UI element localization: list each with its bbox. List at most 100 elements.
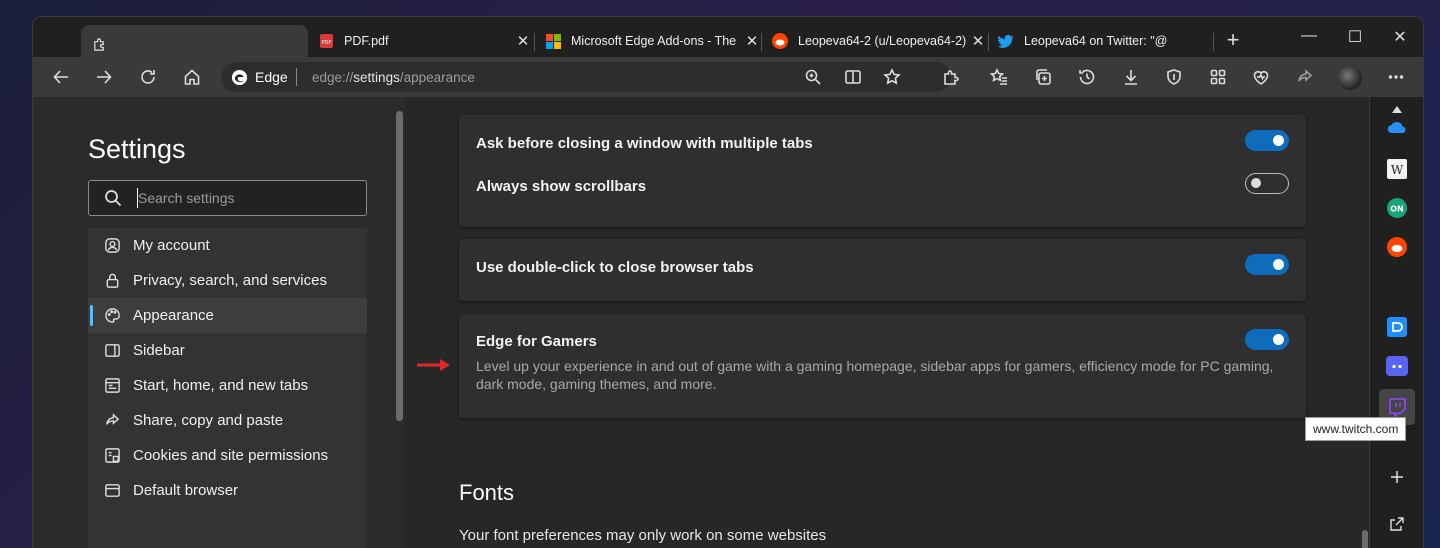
red-arrow-icon: [417, 359, 450, 371]
home-tabs-icon: [103, 377, 121, 395]
new-tab-button[interactable]: +: [1221, 29, 1245, 53]
puzzle-icon: [944, 70, 959, 85]
nav-item-start-home[interactable]: Start, home, and new tabs: [88, 368, 367, 403]
discord-icon[interactable]: [1385, 354, 1409, 378]
nav-item-default-browser[interactable]: Default browser: [88, 473, 367, 508]
url-text[interactable]: edge://settings/appearance: [312, 70, 475, 85]
close-tab-icon[interactable]: ✕: [742, 32, 762, 50]
svg-text:ON: ON: [1390, 205, 1404, 214]
home-button[interactable]: [179, 65, 205, 89]
discord-app-icon[interactable]: [1385, 315, 1409, 339]
nav-label: Sidebar: [133, 342, 185, 359]
nav-label: Privacy, search, and services: [133, 272, 327, 289]
wikipedia-icon[interactable]: W: [1385, 157, 1409, 181]
history-icon: [1079, 69, 1095, 85]
settings-title: Settings: [88, 134, 186, 164]
ask-before-closing-label: Ask before closing a window with multipl…: [476, 135, 813, 152]
always-show-scrollbars-label: Always show scrollbars: [476, 178, 647, 195]
favorites-list-icon: [990, 68, 1007, 85]
edge-brand-label: Edge: [255, 69, 288, 85]
pdf-icon: PDF: [318, 33, 334, 49]
forward-arrow-icon: [97, 70, 112, 84]
double-click-card: Use double-click to close browser tabs: [459, 239, 1306, 301]
nav-scrollbar[interactable]: [396, 111, 403, 421]
nav-label: Cookies and site permissions: [133, 447, 329, 464]
settings-nav-list: My account Privacy, search, and services…: [88, 228, 367, 548]
back-button[interactable]: [48, 65, 74, 89]
minimize-button[interactable]: —: [1294, 27, 1324, 49]
extensions-button[interactable]: [938, 65, 964, 89]
nav-item-privacy[interactable]: Privacy, search, and services: [88, 263, 367, 298]
apps-button[interactable]: [1205, 65, 1231, 89]
sidebar-scroll-up-icon[interactable]: [1385, 101, 1409, 117]
tab-settings-card: Ask before closing a window with multipl…: [459, 115, 1306, 227]
double-click-close-toggle[interactable]: [1245, 254, 1289, 275]
split-screen-button[interactable]: [840, 65, 866, 89]
history-button[interactable]: [1074, 65, 1100, 89]
collections-button[interactable]: [1030, 65, 1056, 89]
share-button[interactable]: [1292, 65, 1318, 89]
back-arrow-icon: [53, 70, 68, 84]
edge-logo-icon: [231, 69, 248, 86]
split-screen-icon: [845, 70, 861, 84]
edge-for-gamers-description: Level up your experience in and out of g…: [476, 358, 1274, 392]
home-icon: [184, 69, 200, 85]
search-icon: [105, 190, 122, 207]
nav-item-appearance[interactable]: Appearance: [88, 298, 367, 333]
search-settings-input[interactable]: Search settings: [88, 180, 367, 216]
refresh-icon: [141, 70, 155, 84]
close-tab-icon[interactable]: ✕: [968, 32, 988, 50]
tab-title: Leopeva64-2 (u/Leopeva64-2): [798, 34, 967, 48]
always-show-scrollbars-toggle[interactable]: [1245, 173, 1289, 194]
nav-label: Start, home, and new tabs: [133, 377, 309, 394]
tab-addons[interactable]: Microsoft Edge Add-ons - The ✕: [535, 26, 762, 56]
extensions-icon: [91, 36, 107, 52]
nav-label: My account: [133, 237, 210, 254]
onedrive-icon[interactable]: [1385, 119, 1409, 135]
fonts-heading: Fonts: [459, 480, 515, 505]
tab-pdf[interactable]: PDF PDF.pdf ✕: [308, 26, 533, 56]
close-tab-icon[interactable]: ✕: [513, 32, 533, 50]
fonts-note: Your font preferences may only work on s…: [459, 527, 827, 544]
tab-twitter[interactable]: Leopeva64 on Twitter: "@: [988, 26, 1208, 56]
reddit-icon[interactable]: [1385, 235, 1409, 259]
tab-reddit[interactable]: Leopeva64-2 (u/Leopeva64-2) ✕: [762, 26, 988, 56]
favorite-button[interactable]: [879, 65, 905, 89]
settings-nav-pane: Settings Search settings My account Priv…: [33, 97, 405, 548]
tab-title: Microsoft Edge Add-ons - The: [571, 34, 737, 48]
maximize-button[interactable]: ☐: [1340, 27, 1370, 49]
share-icon: [103, 412, 121, 430]
zoom-icon: [805, 69, 821, 85]
more-menu-button[interactable]: [1383, 65, 1409, 89]
zoom-button[interactable]: [800, 65, 826, 89]
palette-icon: [103, 307, 121, 325]
performance-button[interactable]: [1248, 65, 1274, 89]
toolbar: Edge edge://settings/appearance: [33, 57, 1423, 97]
nav-item-my-account[interactable]: My account: [88, 228, 367, 263]
add-sidebar-app-icon[interactable]: [1385, 465, 1409, 489]
nav-item-cookies[interactable]: Cookies and site permissions: [88, 438, 367, 473]
nav-item-sidebar[interactable]: Sidebar: [88, 333, 367, 368]
double-click-close-label: Use double-click to close browser tabs: [476, 259, 754, 276]
browser-icon: [103, 482, 121, 500]
lock-icon: [103, 272, 121, 290]
close-window-button[interactable]: ✕: [1385, 27, 1415, 49]
refresh-button[interactable]: [135, 65, 161, 89]
downloads-button[interactable]: [1118, 65, 1144, 89]
main-scrollbar[interactable]: [1362, 530, 1368, 548]
edge-for-gamers-toggle[interactable]: [1245, 329, 1289, 350]
ask-before-closing-toggle[interactable]: [1245, 130, 1289, 151]
svg-text:PDF: PDF: [321, 40, 331, 46]
browser-essentials-button[interactable]: [1161, 65, 1187, 89]
profile-avatar[interactable]: [1338, 66, 1362, 90]
collections-icon: [1036, 69, 1051, 85]
forward-button[interactable]: [91, 65, 117, 89]
onenote-icon[interactable]: ON: [1385, 196, 1409, 220]
open-external-icon[interactable]: [1385, 512, 1409, 536]
nav-label: Default browser: [133, 482, 239, 499]
search-placeholder: Search settings: [138, 190, 235, 206]
nav-item-share-copy[interactable]: Share, copy and paste: [88, 403, 367, 438]
star-icon: [883, 68, 901, 85]
cookies-icon: [103, 447, 121, 465]
favorites-button[interactable]: [986, 65, 1012, 89]
